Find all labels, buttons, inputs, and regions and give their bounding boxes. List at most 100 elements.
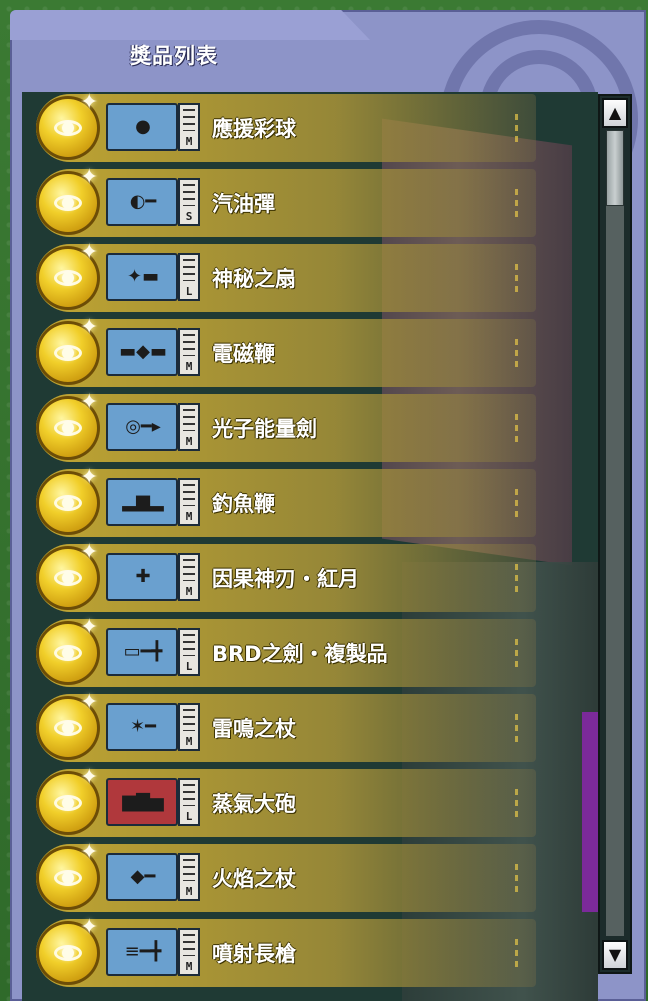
item-icon-frame: ✶━ [106, 703, 178, 751]
item-icon-frame: ✚ [106, 553, 178, 601]
reward-row[interactable]: ✦ ● M 應援彩球 [36, 92, 536, 162]
item-size-label: M [185, 885, 193, 898]
item-size-label: L [185, 810, 193, 823]
gold-coin-icon: ✦ [36, 92, 100, 160]
scroll-up-button[interactable]: ▲ [602, 98, 628, 128]
reward-name: 因果神刃・紅月 [212, 567, 359, 591]
item-size-label: M [185, 360, 193, 373]
panel-title: 獎品列表 [130, 44, 218, 68]
item-size-label: M [185, 960, 193, 973]
reward-row[interactable]: ✦ ◆━ M 火焰之杖 [36, 840, 536, 912]
gold-coin-icon: ✦ [36, 390, 100, 460]
row-divider [515, 639, 518, 667]
jet-lance-icon: ≡━╋ [124, 941, 162, 962]
reward-name: 噴射長槍 [212, 942, 296, 966]
reward-row[interactable]: ✦ ✦▬ L 神秘之扇 [36, 240, 536, 312]
arrow-down-icon: ▼ [608, 945, 622, 964]
gold-coin-icon: ✦ [36, 540, 100, 610]
steam-cannon-icon: ▆▇▅ [122, 791, 164, 812]
item-size-label: M [185, 735, 193, 748]
karma-blade-icon: ✚ [135, 566, 151, 587]
scroll-thumb[interactable] [606, 130, 624, 206]
gold-coin-icon: ✦ [36, 690, 100, 760]
item-size-label: M [185, 510, 193, 523]
gold-coin-icon: ✦ [36, 615, 100, 685]
item-icon-frame: ◎━▸ [106, 403, 178, 451]
row-divider [515, 189, 518, 217]
reward-row[interactable]: ✦ ≡━╋ M 噴射長槍 [36, 915, 536, 987]
sparkle-icon: ✦ [80, 915, 99, 940]
reward-name: 電磁鞭 [212, 342, 275, 366]
item-size-tag: M [178, 928, 200, 976]
reward-row[interactable]: ✦ ▭━╋ L BRD之劍・複製品 [36, 615, 536, 687]
sparkle-icon: ✦ [80, 465, 99, 490]
row-divider [515, 714, 518, 742]
item-icon-frame: ✦▬ [106, 253, 178, 301]
item-size-tag: S [178, 178, 200, 226]
row-divider [515, 489, 518, 517]
item-size-label: M [185, 585, 193, 598]
photon-sword-icon: ◎━▸ [125, 416, 161, 437]
reward-name: 光子能量劍 [212, 417, 317, 441]
item-size-tag: M [178, 403, 200, 451]
reward-row[interactable]: ✦ ◐━ S 汽油彈 [36, 165, 536, 237]
flame-staff-icon: ◆━ [130, 866, 156, 887]
item-icon-frame: ◐━ [106, 178, 178, 226]
gold-coin-icon: ✦ [36, 765, 100, 835]
reward-row[interactable]: ✦ ▬◆▬ M 電磁鞭 [36, 315, 536, 387]
row-divider [515, 264, 518, 292]
item-size-label: S [185, 210, 193, 223]
row-divider [515, 564, 518, 592]
sparkle-icon: ✦ [80, 690, 99, 715]
item-icon-frame: ▆▇▅ [106, 778, 178, 826]
reward-name: 應援彩球 [212, 117, 296, 141]
item-size-tag: M [178, 478, 200, 526]
item-size-label: M [185, 435, 193, 448]
scroll-down-button[interactable]: ▼ [602, 940, 628, 970]
item-size-label: L [185, 285, 193, 298]
gold-coin-icon: ✦ [36, 915, 100, 985]
list-scrollbar[interactable]: ▲ ▼ [598, 94, 632, 974]
gold-coin-icon: ✦ [36, 240, 100, 310]
sparkle-icon: ✦ [80, 240, 99, 265]
item-size-tag: M [178, 553, 200, 601]
brd-sword-replica-icon: ▭━╋ [123, 641, 163, 662]
row-divider [515, 789, 518, 817]
reward-name: 汽油彈 [212, 192, 275, 216]
gold-coin-icon: ✦ [36, 465, 100, 535]
reward-name: 火焰之杖 [212, 867, 296, 891]
sparkle-icon: ✦ [80, 765, 99, 790]
item-size-tag: L [178, 253, 200, 301]
row-divider [515, 114, 518, 142]
reward-row[interactable]: ✦ ✶━ M 雷鳴之杖 [36, 690, 536, 762]
gold-coin-icon: ✦ [36, 315, 100, 385]
reward-list: ✦ ● M 應援彩球 ✦ ◐━ S 汽油彈 ✦ ✦▬ L 神秘之扇 ✦ ▬◆▬ … [22, 92, 598, 1001]
item-size-tag: M [178, 853, 200, 901]
reward-name: 神秘之扇 [212, 267, 296, 291]
sparkle-icon: ✦ [80, 315, 99, 340]
molotov-bomb-icon: ◐━ [129, 191, 157, 212]
item-size-tag: L [178, 778, 200, 826]
reward-name: 釣魚鞭 [212, 492, 275, 516]
thunder-staff-icon: ✶━ [130, 716, 156, 737]
item-icon-frame: ≡━╋ [106, 928, 178, 976]
item-size-label: L [185, 660, 193, 673]
reward-name: 雷鳴之杖 [212, 717, 296, 741]
scroll-track[interactable] [606, 130, 624, 936]
reward-row[interactable]: ✦ ◎━▸ M 光子能量劍 [36, 390, 536, 462]
item-size-tag: M [178, 103, 200, 151]
reward-row[interactable]: ✦ ✚ M 因果神刃・紅月 [36, 540, 536, 612]
reward-row[interactable]: ✦ ▆▇▅ L 蒸氣大砲 [36, 765, 536, 837]
reward-row[interactable]: ✦ ▂▆▂ M 釣魚鞭 [36, 465, 536, 537]
cheer-pompom-icon: ● [135, 116, 151, 137]
sparkle-icon: ✦ [80, 165, 99, 190]
fishing-whip-icon: ▂▆▂ [122, 491, 164, 512]
sparkle-icon: ✦ [80, 540, 99, 565]
background-accent [582, 712, 598, 912]
row-divider [515, 339, 518, 367]
reward-name: 蒸氣大砲 [212, 792, 296, 816]
item-icon-frame: ▭━╋ [106, 628, 178, 676]
mystic-fan-icon: ✦▬ [126, 266, 160, 287]
sparkle-icon: ✦ [80, 615, 99, 640]
row-divider [515, 939, 518, 967]
